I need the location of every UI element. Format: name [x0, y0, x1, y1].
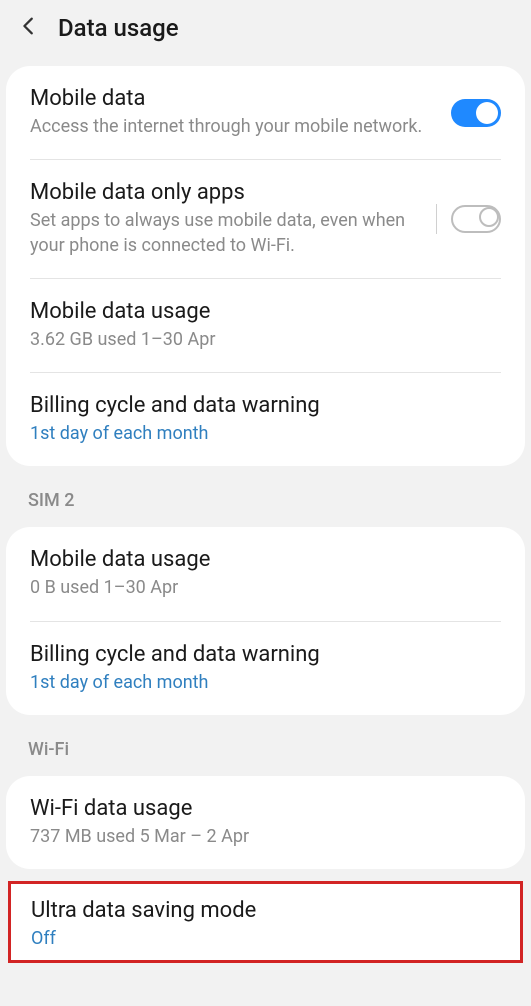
ultra-sub: Off: [31, 927, 500, 951]
ultra-data-saving-highlighted: Ultra data saving mode Off: [8, 881, 523, 962]
mobile-data-sub: Access the internet through your mobile …: [30, 115, 451, 139]
mobile-data-title: Mobile data: [30, 86, 451, 111]
wifi-usage-row[interactable]: Wi-Fi data usage 737 MB used 5 Mar – 2 A…: [6, 776, 525, 869]
sim2-billing-sub: 1st day of each month: [30, 671, 501, 695]
mobile-data-toggle[interactable]: [451, 99, 501, 127]
billing-title: Billing cycle and data warning: [30, 393, 501, 418]
back-icon[interactable]: [18, 15, 40, 41]
sim2-usage-row[interactable]: Mobile data usage 0 B used 1–30 Apr: [6, 527, 525, 620]
separator: [436, 204, 437, 234]
sim1-card: Mobile data Access the internet through …: [6, 66, 525, 466]
ultra-title: Ultra data saving mode: [31, 898, 500, 923]
only-apps-title: Mobile data only apps: [30, 180, 424, 205]
sim2-usage-sub: 0 B used 1–30 Apr: [30, 576, 501, 600]
header: Data usage: [0, 0, 531, 56]
wifi-card: Wi-Fi data usage 737 MB used 5 Mar – 2 A…: [6, 776, 525, 869]
sim2-usage-title: Mobile data usage: [30, 547, 501, 572]
sim2-billing-title: Billing cycle and data warning: [30, 642, 501, 667]
wifi-label: Wi-Fi: [0, 725, 531, 766]
ultra-data-saving-row[interactable]: Ultra data saving mode Off: [11, 884, 520, 959]
mobile-data-row[interactable]: Mobile data Access the internet through …: [6, 66, 525, 159]
page-title: Data usage: [58, 14, 179, 42]
wifi-usage-title: Wi-Fi data usage: [30, 796, 501, 821]
only-apps-sub: Set apps to always use mobile data, even…: [30, 209, 424, 258]
billing-sub: 1st day of each month: [30, 422, 501, 446]
mobile-data-usage-row[interactable]: Mobile data usage 3.62 GB used 1–30 Apr: [6, 279, 525, 372]
usage-title: Mobile data usage: [30, 299, 501, 324]
usage-sub: 3.62 GB used 1–30 Apr: [30, 328, 501, 352]
sim2-label: SIM 2: [0, 476, 531, 517]
mobile-data-only-apps-row[interactable]: Mobile data only apps Set apps to always…: [6, 160, 525, 278]
sim2-billing-row[interactable]: Billing cycle and data warning 1st day o…: [6, 622, 525, 715]
wifi-usage-sub: 737 MB used 5 Mar – 2 Apr: [30, 825, 501, 849]
sim2-card: Mobile data usage 0 B used 1–30 Apr Bill…: [6, 527, 525, 715]
only-apps-toggle[interactable]: [451, 205, 501, 233]
billing-cycle-row[interactable]: Billing cycle and data warning 1st day o…: [6, 373, 525, 466]
